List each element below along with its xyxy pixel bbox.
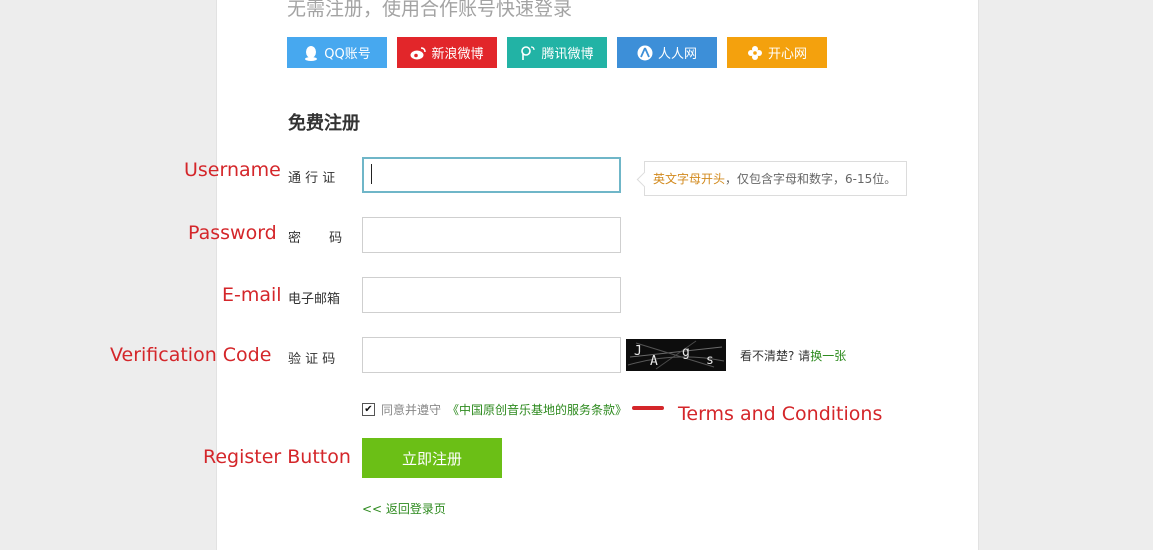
- username-tip-highlight: 英文字母开头: [653, 172, 726, 186]
- password-input[interactable]: [362, 217, 621, 253]
- captcha-refresh-link[interactable]: 换一张: [810, 349, 846, 363]
- qq-login-label: QQ账号: [324, 47, 371, 62]
- terms-agree-text: 同意并遵守: [381, 403, 442, 417]
- weibo-login-label: 新浪微博: [431, 47, 484, 62]
- social-login-row: QQ账号 新浪微博 腾讯微博 人人网 开心网: [287, 37, 827, 68]
- username-tip-text: ，仅包含字母和数字，6-15位。: [725, 172, 897, 186]
- quick-login-hint: 无需注册，使用合作账号快速登录: [287, 0, 573, 20]
- username-label: 通 行 证: [288, 171, 336, 186]
- kaixin-login-button[interactable]: 开心网: [727, 37, 827, 68]
- password-label-text: 密 码: [288, 231, 343, 246]
- annotation-email: E-mail: [222, 284, 282, 306]
- captcha-image[interactable]: J A g s: [626, 339, 726, 371]
- text-cursor: [371, 164, 372, 184]
- annotation-password: Password: [188, 222, 277, 244]
- page: 无需注册，使用合作账号快速登录 QQ账号 新浪微博 腾讯微博 人人网 开心网 免…: [0, 0, 1153, 550]
- weibo-icon: [410, 45, 427, 61]
- annotation-register-button: Register Button: [203, 446, 351, 468]
- register-title: 免费注册: [288, 113, 360, 134]
- qq-login-button[interactable]: QQ账号: [287, 37, 387, 68]
- renren-icon: [637, 45, 653, 61]
- terms-agreement: ✔ 同意并遵守 《中国原创音乐基地的服务条款》: [362, 401, 627, 418]
- svg-text:s: s: [706, 353, 714, 368]
- qq-icon: [303, 45, 319, 61]
- kaixin-login-label: 开心网: [767, 47, 807, 62]
- terms-checkbox[interactable]: ✔: [362, 403, 375, 416]
- captcha-hint-text: 看不清楚? 请: [740, 349, 811, 363]
- back-to-login-link[interactable]: << 返回登录页: [362, 500, 446, 517]
- captcha-label: 验 证 码: [288, 352, 336, 367]
- username-input[interactable]: [362, 157, 621, 193]
- annotation-verification-code: Verification Code: [110, 344, 272, 366]
- annotation-username: Username: [184, 159, 281, 181]
- renren-login-button[interactable]: 人人网: [617, 37, 717, 68]
- svg-text:J: J: [634, 344, 642, 359]
- terms-link[interactable]: 《中国原创音乐基地的服务条款》: [447, 401, 627, 418]
- weibo-login-button[interactable]: 新浪微博: [397, 37, 497, 68]
- username-tip: 英文字母开头 ，仅包含字母和数字，6-15位。: [644, 161, 907, 196]
- captcha-graphic: J A g s: [626, 339, 726, 371]
- kaixin-icon: [747, 45, 763, 61]
- register-button[interactable]: 立即注册: [362, 438, 502, 478]
- tencent-weibo-icon: [520, 45, 536, 61]
- captcha-refresh-hint: 看不清楚? 请换一张: [740, 347, 846, 364]
- annotation-terms-dash: [632, 406, 664, 410]
- svg-text:A: A: [650, 354, 658, 369]
- svg-text:g: g: [682, 345, 690, 360]
- annotation-terms: Terms and Conditions: [678, 403, 883, 425]
- email-label: 电子邮箱: [288, 292, 341, 307]
- password-label: 密 码: [288, 227, 348, 246]
- tencent-weibo-login-button[interactable]: 腾讯微博: [507, 37, 607, 68]
- email-input[interactable]: [362, 277, 621, 313]
- captcha-input[interactable]: [362, 337, 621, 373]
- tencent-weibo-login-label: 腾讯微博: [541, 47, 594, 62]
- renren-login-label: 人人网: [657, 47, 697, 62]
